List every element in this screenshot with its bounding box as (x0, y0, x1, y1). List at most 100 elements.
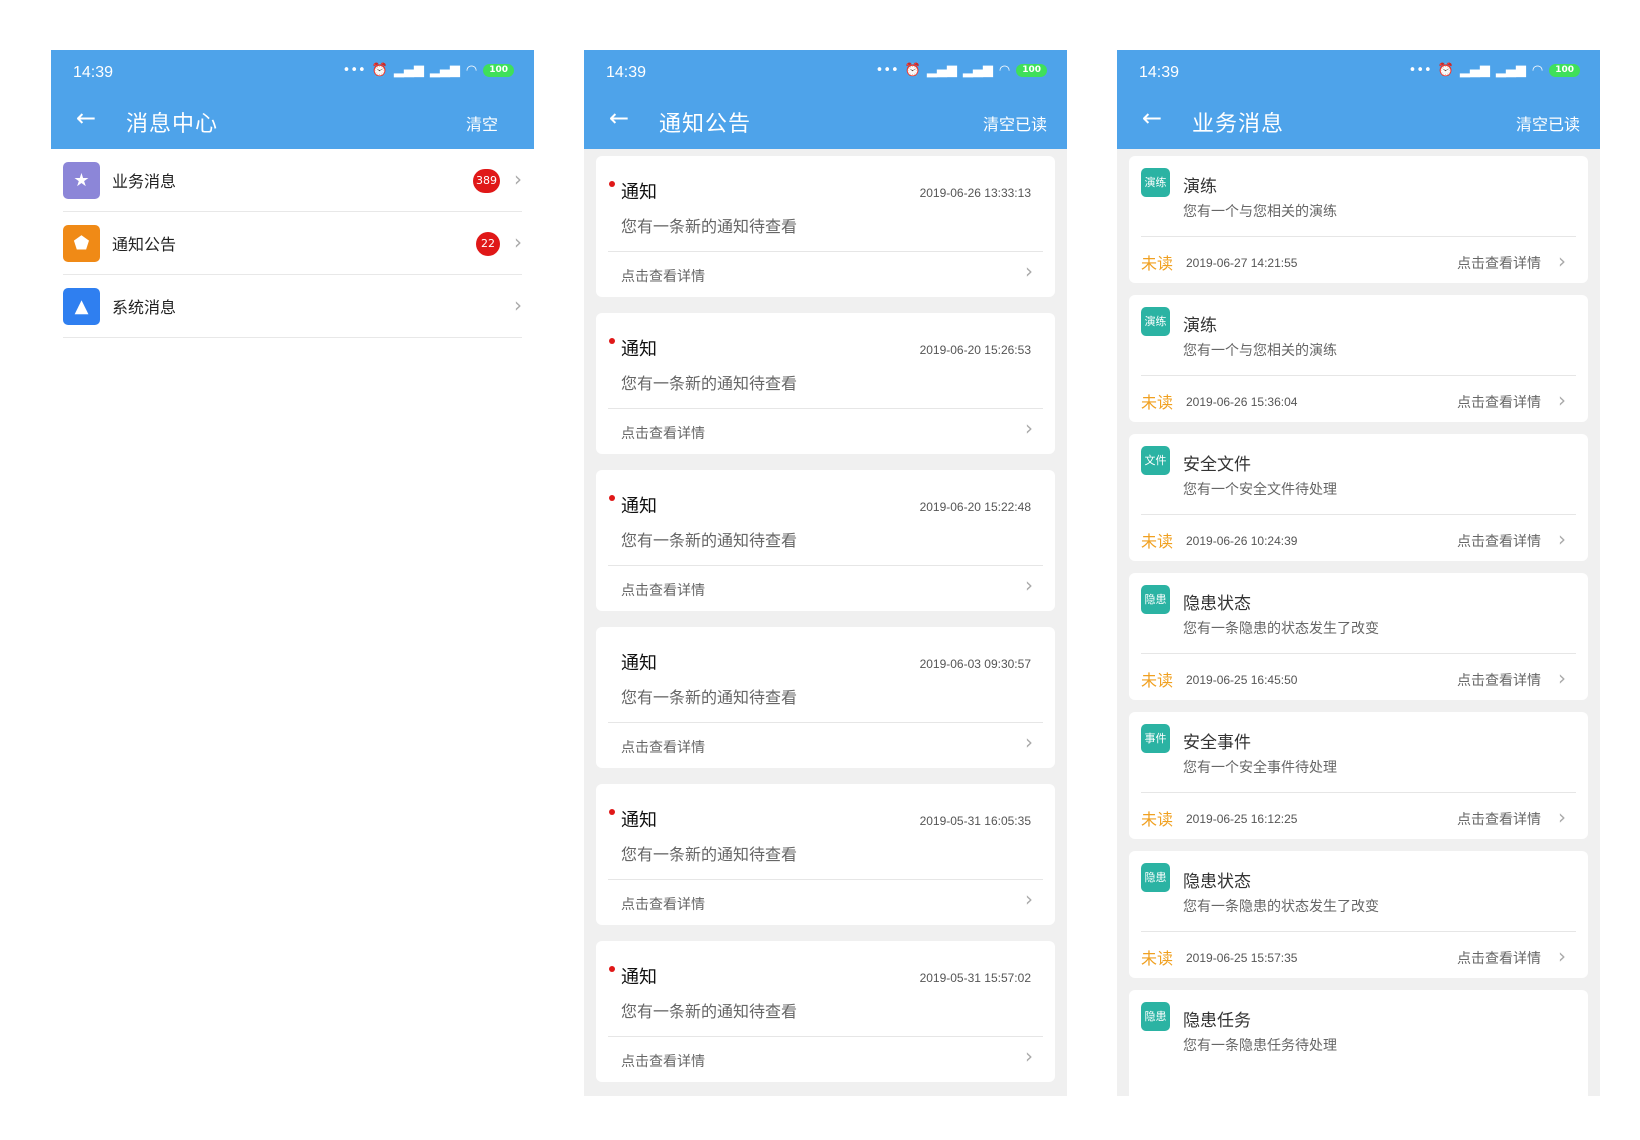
message-body: 您有一个安全事件待处理 (1183, 760, 1337, 776)
signal-icon: ▂▄▆ (926, 63, 957, 78)
message-card[interactable]: 隐患 隐患状态 您有一条隐患的状态发生了改变 未读 2019-06-25 16:… (1129, 573, 1588, 700)
message-card[interactable]: 隐患 隐患任务 您有一条隐患任务待处理 (1129, 990, 1588, 1096)
notice-time: 2019-06-20 15:26:53 (919, 343, 1031, 357)
message-title: 隐患状态 (1183, 872, 1251, 892)
status-bar: 14:39 ••• ⏰ ▂▄▆ ▂▄▆ ◠ 100 (584, 50, 1067, 94)
chevron-right-icon: › (514, 230, 522, 254)
category-list: ★ 业务消息 389 › ⬟ 通知公告 22 › ▲ 系统消息 › (51, 149, 534, 338)
message-body: 您有一条隐患的状态发生了改变 (1183, 899, 1379, 915)
notice-time: 2019-06-26 13:33:13 (919, 186, 1031, 200)
view-details-link[interactable]: 点击查看详情 (1457, 253, 1541, 273)
clear-read-button[interactable]: 清空已读 (983, 111, 1047, 135)
unread-status: 未读 (1141, 671, 1174, 690)
unread-dot (609, 495, 615, 501)
chevron-right-icon: › (1025, 1044, 1033, 1068)
view-details-link[interactable]: 点击查看详情 (621, 423, 705, 443)
chevron-right-icon: › (1025, 573, 1033, 597)
notice-card[interactable]: 通知 2019-06-26 13:33:13 您有一条新的通知待查看 点击查看详… (596, 156, 1055, 297)
clear-read-button[interactable]: 清空已读 (1516, 111, 1580, 135)
message-body: 您有一个安全文件待处理 (1183, 482, 1337, 498)
page-title: 通知公告 (659, 112, 752, 137)
message-time: 2019-06-25 16:45:50 (1186, 673, 1298, 687)
list-item-business-messages[interactable]: ★ 业务消息 389 › (63, 149, 522, 212)
view-details-link[interactable]: 点击查看详情 (1457, 948, 1541, 968)
divider (608, 879, 1043, 880)
hazard-tag-icon: 隐患 (1141, 1002, 1170, 1031)
message-time: 2019-06-25 15:57:35 (1186, 951, 1298, 965)
notice-card[interactable]: 通知 2019-05-31 15:57:02 您有一条新的通知待查看 点击查看详… (596, 941, 1055, 1082)
chevron-right-icon: › (514, 167, 522, 191)
signal-hd-icon: ▂▄▆ (429, 63, 460, 78)
battery-icon: 100 (483, 64, 514, 77)
list-item-notices[interactable]: ⬟ 通知公告 22 › (63, 212, 522, 275)
view-details-link[interactable]: 点击查看详情 (621, 737, 705, 757)
view-details-link[interactable]: 点击查看详情 (621, 1051, 705, 1071)
view-details-link[interactable]: 点击查看详情 (1457, 670, 1541, 690)
more-icon: ••• (342, 63, 366, 78)
chevron-right-icon: › (1558, 666, 1566, 690)
page-title: 消息中心 (126, 112, 219, 137)
business-messages-screen: 14:39 ••• ⏰ ▂▄▆ ▂▄▆ ◠ 100 ← 业务消息 清空已读 演练… (1117, 50, 1600, 1096)
alarm-icon: ⏰ (904, 63, 921, 78)
status-icons: ••• ⏰ ▂▄▆ ▂▄▆ ◠ 100 (876, 63, 1047, 78)
notice-body: 您有一条新的通知待查看 (621, 845, 798, 864)
toolbar: ← 业务消息 清空已读 (1117, 94, 1600, 149)
list-item-system-messages[interactable]: ▲ 系统消息 › (63, 275, 522, 338)
notice-card[interactable]: 通知 2019-06-20 15:22:48 您有一条新的通知待查看 点击查看详… (596, 470, 1055, 611)
divider (1141, 514, 1576, 515)
notice-body: 您有一条新的通知待查看 (621, 374, 798, 393)
list-item-label: 业务消息 (112, 172, 177, 191)
pentagon-icon: ⬟ (63, 224, 100, 262)
back-arrow-icon[interactable]: ← (604, 104, 634, 134)
message-card[interactable]: 演练 演练 您有一个与您相关的演练 未读 2019-06-26 15:36:04… (1129, 295, 1588, 422)
view-details-link[interactable]: 点击查看详情 (1457, 809, 1541, 829)
message-body: 您有一条隐患任务待处理 (1183, 1038, 1337, 1054)
message-time: 2019-06-26 15:36:04 (1186, 395, 1298, 409)
drill-tag-icon: 演练 (1141, 307, 1170, 336)
unread-dot (609, 966, 615, 972)
view-details-link[interactable]: 点击查看详情 (1457, 392, 1541, 412)
message-list: 演练 演练 您有一个与您相关的演练 未读 2019-06-27 14:21:55… (1117, 149, 1600, 1096)
view-details-link[interactable]: 点击查看详情 (621, 580, 705, 600)
back-arrow-icon[interactable]: ← (1137, 104, 1167, 134)
view-details-link[interactable]: 点击查看详情 (621, 894, 705, 914)
chevron-right-icon: › (1025, 730, 1033, 754)
chevron-right-icon: › (1558, 249, 1566, 273)
unread-status: 未读 (1141, 393, 1174, 412)
app-bar: 14:39 ••• ⏰ ▂▄▆ ▂▄▆ ◠ 100 ← 消息中心 清空 (51, 50, 534, 149)
message-title: 安全事件 (1183, 733, 1251, 753)
signal-icon: ▂▄▆ (1459, 63, 1490, 78)
unread-status: 未读 (1141, 810, 1174, 829)
unread-status: 未读 (1141, 949, 1174, 968)
chevron-right-icon: › (1558, 944, 1566, 968)
chevron-right-icon: › (1025, 259, 1033, 283)
unread-dot (609, 809, 615, 815)
wifi-icon: ◠ (1531, 63, 1544, 78)
notice-title: 通知 (621, 339, 657, 360)
notice-card[interactable]: 通知 2019-06-20 15:26:53 您有一条新的通知待查看 点击查看详… (596, 313, 1055, 454)
notice-body: 您有一条新的通知待查看 (621, 688, 798, 707)
hazard-tag-icon: 隐患 (1141, 863, 1170, 892)
view-details-link[interactable]: 点击查看详情 (621, 266, 705, 286)
event-tag-icon: 事件 (1141, 724, 1170, 753)
notice-card[interactable]: 通知 2019-06-03 09:30:57 您有一条新的通知待查看 点击查看详… (596, 627, 1055, 768)
message-card[interactable]: 隐患 隐患状态 您有一条隐患的状态发生了改变 未读 2019-06-25 15:… (1129, 851, 1588, 978)
hazard-tag-icon: 隐患 (1141, 585, 1170, 614)
chevron-right-icon: › (1558, 388, 1566, 412)
status-time: 14:39 (1139, 64, 1180, 81)
view-details-link[interactable]: 点击查看详情 (1457, 531, 1541, 551)
message-card[interactable]: 文件 安全文件 您有一个安全文件待处理 未读 2019-06-26 10:24:… (1129, 434, 1588, 561)
notice-card[interactable]: 通知 2019-05-31 16:05:35 您有一条新的通知待查看 点击查看详… (596, 784, 1055, 925)
list-item-label: 系统消息 (112, 298, 177, 317)
chevron-right-icon: › (1558, 805, 1566, 829)
message-time: 2019-06-26 10:24:39 (1186, 534, 1298, 548)
back-arrow-icon[interactable]: ← (71, 104, 101, 134)
status-bar: 14:39 ••• ⏰ ▂▄▆ ▂▄▆ ◠ 100 (1117, 50, 1600, 94)
message-card[interactable]: 演练 演练 您有一个与您相关的演练 未读 2019-06-27 14:21:55… (1129, 156, 1588, 283)
more-icon: ••• (1408, 63, 1432, 78)
triangle-icon: ▲ (63, 287, 100, 325)
battery-icon: 100 (1016, 64, 1047, 77)
message-card[interactable]: 事件 安全事件 您有一个安全事件待处理 未读 2019-06-25 16:12:… (1129, 712, 1588, 839)
clear-button[interactable]: 清空 (466, 111, 498, 135)
divider (1141, 375, 1576, 376)
